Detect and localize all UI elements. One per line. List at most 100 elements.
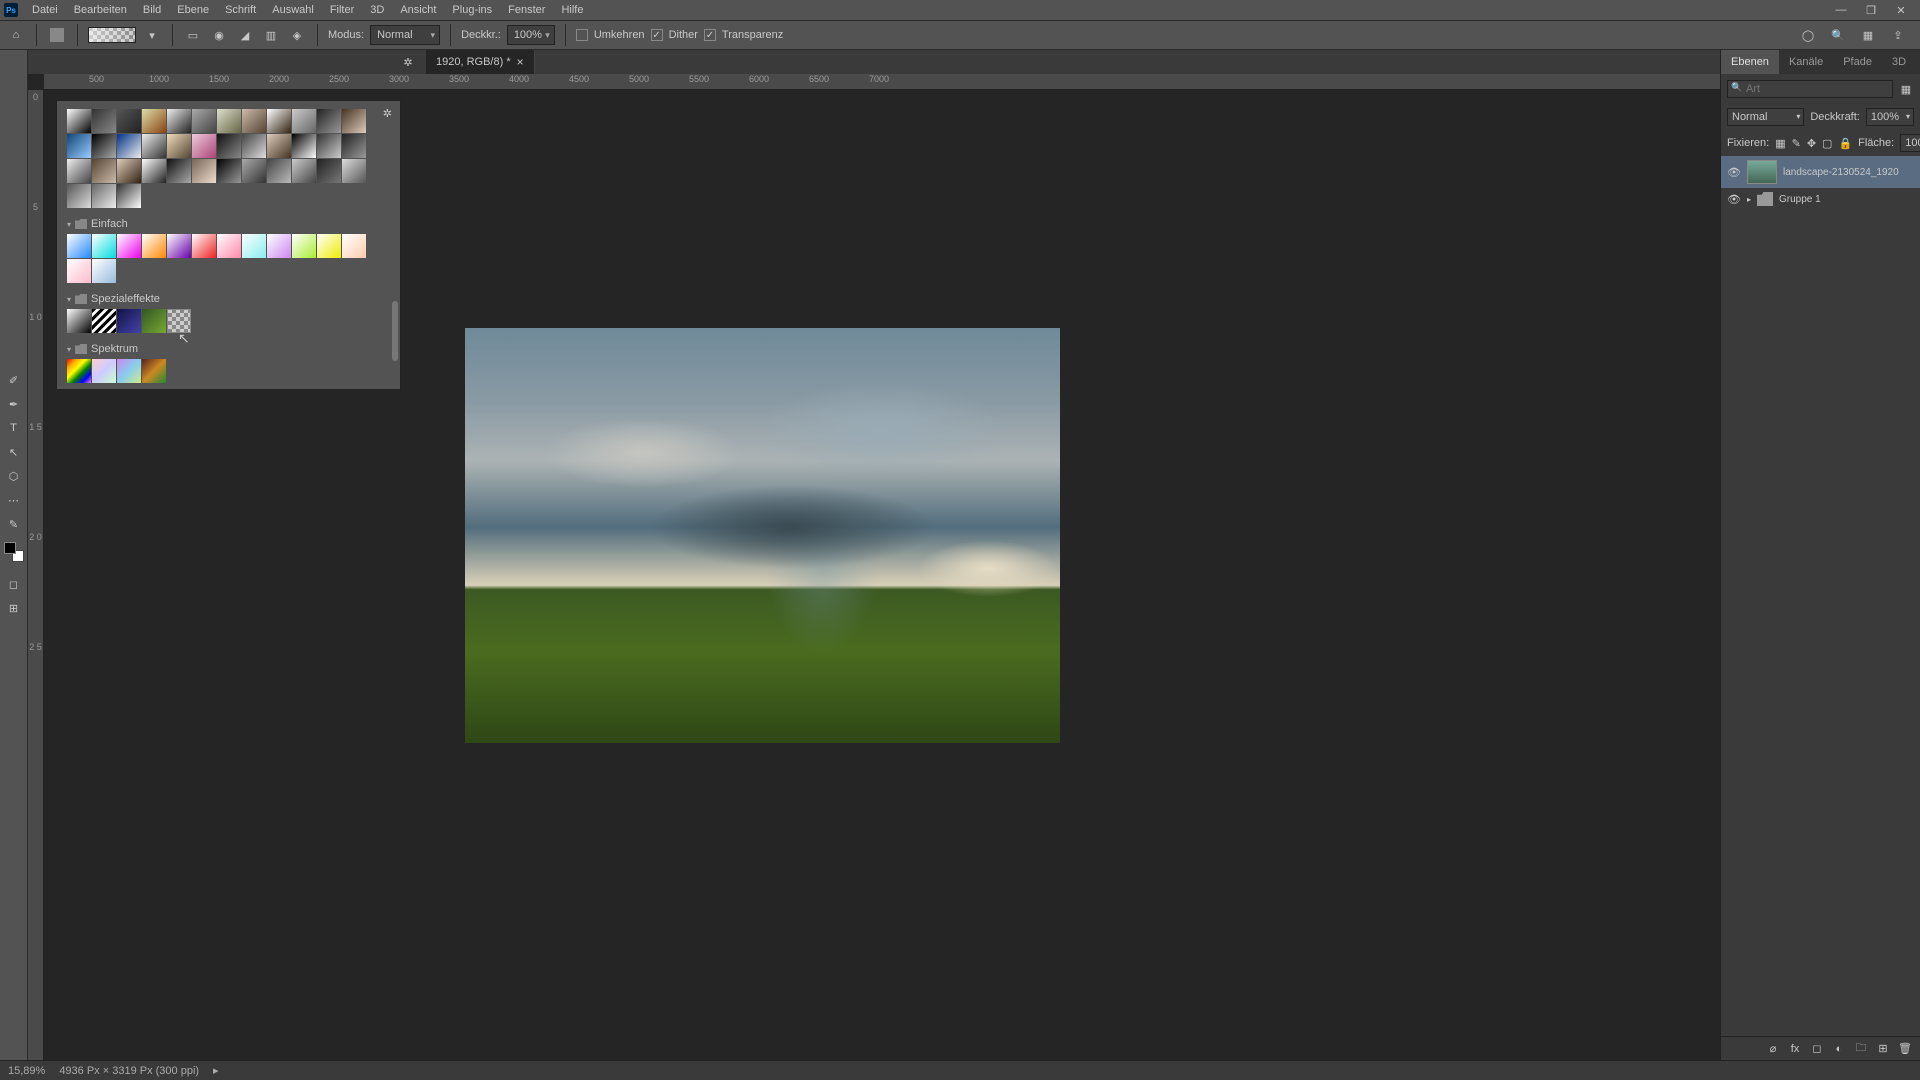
home-icon[interactable]: ⌂ bbox=[6, 25, 26, 45]
menu-filter[interactable]: Filter bbox=[322, 0, 362, 20]
deckk-dropdown[interactable]: 100% bbox=[507, 25, 555, 45]
gradient-swatch[interactable] bbox=[92, 359, 116, 383]
gradient-swatch[interactable] bbox=[342, 159, 366, 183]
lock-artboard-icon[interactable]: ▢ bbox=[1822, 136, 1832, 150]
more-tool[interactable]: ⋯ bbox=[3, 490, 25, 510]
gradient-swatch[interactable] bbox=[117, 184, 141, 208]
gradient-swatch[interactable] bbox=[117, 309, 141, 333]
gradient-swatch[interactable] bbox=[67, 184, 91, 208]
gradient-swatch[interactable] bbox=[292, 159, 316, 183]
lock-move-icon[interactable]: ✥ bbox=[1807, 136, 1816, 150]
gradient-swatch[interactable] bbox=[67, 159, 91, 183]
gradient-swatch[interactable] bbox=[342, 109, 366, 133]
dither-checkbox[interactable]: Dither bbox=[651, 29, 698, 41]
menu-ansicht[interactable]: Ansicht bbox=[392, 0, 444, 20]
layer-group-item[interactable]: 👁 ▸ Gruppe 1 bbox=[1721, 188, 1920, 210]
menu-hilfe[interactable]: Hilfe bbox=[553, 0, 591, 20]
gradient-swatch[interactable] bbox=[242, 234, 266, 258]
gradient-swatch[interactable] bbox=[142, 359, 166, 383]
gradient-swatch[interactable] bbox=[317, 234, 341, 258]
lock-pixels-icon[interactable]: ▦ bbox=[1775, 136, 1785, 150]
gradient-swatch[interactable] bbox=[217, 109, 241, 133]
gradient-swatch[interactable] bbox=[242, 159, 266, 183]
gradient-swatch[interactable] bbox=[167, 159, 191, 183]
gradient-swatch[interactable] bbox=[67, 109, 91, 133]
transparenz-checkbox[interactable]: Transparenz bbox=[704, 29, 783, 41]
gradient-swatch[interactable] bbox=[192, 159, 216, 183]
gradient-diamond-icon[interactable]: ◈ bbox=[287, 25, 307, 45]
modus-dropdown[interactable]: Normal bbox=[370, 25, 440, 45]
layer-fx-icon[interactable]: fx bbox=[1788, 1042, 1802, 1056]
gradient-swatch[interactable] bbox=[242, 109, 266, 133]
pen-tool[interactable]: ✒ bbox=[3, 394, 25, 414]
gradient-swatch[interactable] bbox=[67, 234, 91, 258]
gradient-swatch[interactable] bbox=[117, 359, 141, 383]
gradient-swatch[interactable] bbox=[67, 259, 91, 283]
share-icon[interactable]: ⇪ bbox=[1888, 25, 1908, 45]
gradient-swatch[interactable] bbox=[167, 309, 191, 333]
search-icon[interactable]: 🔍 bbox=[1828, 25, 1848, 45]
document-tab[interactable]: 1920, RGB/8) * × bbox=[426, 50, 535, 74]
gradient-reflected-icon[interactable]: ▥ bbox=[261, 25, 281, 45]
gradient-swatch[interactable] bbox=[267, 234, 291, 258]
gradient-preview-dropdown[interactable] bbox=[88, 27, 136, 43]
lock-all-icon[interactable]: 🔒 bbox=[1838, 136, 1852, 150]
gradient-radial-icon[interactable]: ◉ bbox=[209, 25, 229, 45]
gradient-linear-icon[interactable]: ▭ bbox=[183, 25, 203, 45]
maximize-icon[interactable]: ❐ bbox=[1856, 0, 1886, 20]
layer-item[interactable]: 👁 landscape-2130524_1920 bbox=[1721, 156, 1920, 188]
gradient-swatch[interactable] bbox=[142, 134, 166, 158]
zoom-level[interactable]: 15,89% bbox=[8, 1065, 45, 1077]
gradient-swatch[interactable] bbox=[167, 234, 191, 258]
gradient-swatch[interactable] bbox=[92, 234, 116, 258]
gradient-category-einfach[interactable]: ▾Einfach bbox=[67, 214, 390, 234]
gradient-swatch[interactable] bbox=[217, 159, 241, 183]
gradient-swatch[interactable] bbox=[92, 134, 116, 158]
tab-3d[interactable]: 3D bbox=[1882, 50, 1916, 74]
menu-plugins[interactable]: Plug-ins bbox=[444, 0, 500, 20]
gradient-panel-gear-icon[interactable]: ✲ bbox=[383, 107, 392, 120]
gradient-swatch[interactable] bbox=[292, 109, 316, 133]
gradient-swatch[interactable] bbox=[267, 109, 291, 133]
tab-close-icon[interactable]: × bbox=[517, 55, 524, 69]
menu-bearbeiten[interactable]: Bearbeiten bbox=[66, 0, 135, 20]
gradient-swatch[interactable] bbox=[342, 234, 366, 258]
gradient-swatch[interactable] bbox=[67, 309, 91, 333]
gradient-swatch[interactable] bbox=[92, 159, 116, 183]
gradient-angle-icon[interactable]: ◢ bbox=[235, 25, 255, 45]
gradient-swatch[interactable] bbox=[317, 109, 341, 133]
menu-schrift[interactable]: Schrift bbox=[217, 0, 264, 20]
workspace-icon[interactable]: ▦ bbox=[1858, 25, 1878, 45]
shape-tool[interactable]: ⬡ bbox=[3, 466, 25, 486]
gradient-swatch[interactable] bbox=[317, 159, 341, 183]
gradient-swatch[interactable] bbox=[292, 234, 316, 258]
gradient-swatch[interactable] bbox=[142, 309, 166, 333]
swatch-icon[interactable] bbox=[47, 25, 67, 45]
opacity-dropdown[interactable]: 100% bbox=[1866, 108, 1914, 126]
gradient-swatch[interactable] bbox=[192, 134, 216, 158]
color-swatches[interactable] bbox=[4, 542, 24, 562]
gradient-swatch[interactable] bbox=[92, 109, 116, 133]
eyedropper-tool[interactable]: ✐ bbox=[3, 370, 25, 390]
gradient-swatch[interactable] bbox=[217, 234, 241, 258]
layer-search-input[interactable] bbox=[1727, 80, 1893, 98]
visibility-icon[interactable]: 👁 bbox=[1727, 166, 1741, 179]
tab-kanale[interactable]: Kanäle bbox=[1779, 50, 1833, 74]
gradient-swatch[interactable] bbox=[192, 234, 216, 258]
gradient-swatch[interactable] bbox=[267, 159, 291, 183]
menu-3d[interactable]: 3D bbox=[362, 0, 392, 20]
gradient-swatch[interactable] bbox=[117, 159, 141, 183]
gradient-swatch[interactable] bbox=[267, 134, 291, 158]
tab-pfade[interactable]: Pfade bbox=[1833, 50, 1882, 74]
minimize-icon[interactable]: — bbox=[1826, 0, 1856, 20]
blend-mode-dropdown[interactable]: Normal bbox=[1727, 108, 1804, 126]
link-layers-icon[interactable]: ⌀ bbox=[1766, 1042, 1780, 1056]
menu-auswahl[interactable]: Auswahl bbox=[264, 0, 322, 20]
gradient-swatch[interactable] bbox=[342, 134, 366, 158]
gradient-swatch[interactable] bbox=[142, 234, 166, 258]
gradient-swatch[interactable] bbox=[67, 134, 91, 158]
umkehren-checkbox[interactable]: Umkehren bbox=[576, 29, 645, 41]
gradient-swatch[interactable] bbox=[142, 159, 166, 183]
menu-datei[interactable]: Datei bbox=[24, 0, 66, 20]
close-icon[interactable]: ✕ bbox=[1886, 0, 1916, 20]
